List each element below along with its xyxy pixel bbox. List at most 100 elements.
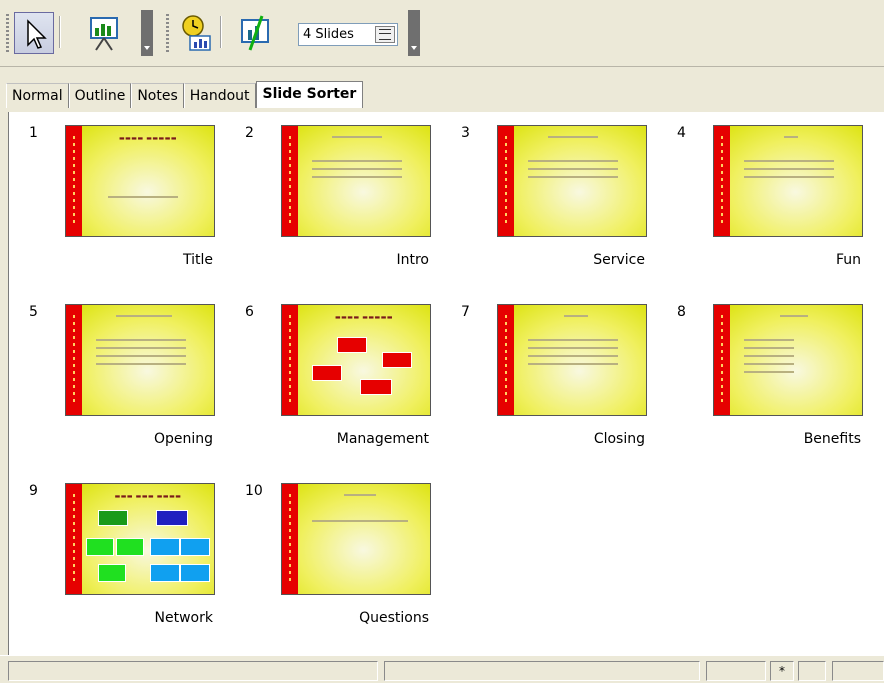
slide-name: Network xyxy=(154,610,213,626)
toolbar-separator-2 xyxy=(220,16,222,48)
slide-thumb-heading xyxy=(780,315,808,323)
slide-side-bar xyxy=(714,305,730,415)
toolbar-grip-2[interactable] xyxy=(166,14,169,54)
slide-thumb-text xyxy=(528,160,618,184)
status-field-zoom[interactable] xyxy=(706,661,766,681)
view-tab-bar: Normal Outline Notes Handout Slide Sorte… xyxy=(0,66,884,113)
slide-item-4[interactable]: 4 Fun xyxy=(677,125,877,285)
slide-item-8[interactable]: 8 Benefits xyxy=(677,304,877,464)
slide-thumb-heading: ▬▬▬ ▬▬▬ ▬▬▬▬ xyxy=(114,493,182,500)
slide-side-bar xyxy=(498,126,514,236)
slide-sorter-toolbar: 4 Slides xyxy=(0,0,884,66)
status-field-signature[interactable] xyxy=(798,661,826,681)
slide-number: 2 xyxy=(245,125,254,141)
network-node xyxy=(86,538,114,556)
slide-thumbnail[interactable] xyxy=(281,483,431,595)
slide-thumb-heading: ▬▬▬▬ ▬▬▬▬▬ xyxy=(334,314,394,321)
slide-item-2[interactable]: 2 Intro xyxy=(245,125,445,285)
slide-side-bar xyxy=(282,484,298,594)
slide-name: Questions xyxy=(359,610,429,626)
network-node xyxy=(156,510,188,526)
slide-item-1[interactable]: 1 ▬▬▬▬ ▬▬▬▬▬ Title xyxy=(29,125,229,285)
slide-item-5[interactable]: 5 Opening xyxy=(29,304,229,464)
slide-thumbnail[interactable] xyxy=(65,304,215,416)
status-field-position xyxy=(384,661,700,681)
org-box xyxy=(382,352,412,368)
slide-thumb-text xyxy=(528,339,618,371)
slide-thumb-heading: ▬▬▬▬ ▬▬▬▬▬ xyxy=(118,135,178,142)
slide-name: Service xyxy=(593,252,645,268)
tab-outline[interactable]: Outline xyxy=(68,83,132,108)
slide-thumb-text xyxy=(96,339,186,371)
slide-item-10[interactable]: 10 Questions xyxy=(245,483,445,643)
show-hide-slide-button[interactable] xyxy=(236,12,276,54)
slide-sorter-pane: 1 ▬▬▬▬ ▬▬▬▬▬ Title 2 Intro 3 Service 4 F… xyxy=(8,112,884,655)
slide-item-7[interactable]: 7 Closing xyxy=(461,304,661,464)
tab-notes[interactable]: Notes xyxy=(131,83,184,108)
slide-number: 8 xyxy=(677,304,686,320)
slide-show-dropdown[interactable] xyxy=(141,10,153,56)
slide-thumbnail[interactable] xyxy=(497,125,647,237)
slide-thumb-text xyxy=(744,339,794,379)
slide-thumb-heading xyxy=(344,494,376,502)
slide-number: 9 xyxy=(29,483,38,499)
slides-per-row-spinner[interactable]: 4 Slides xyxy=(298,23,398,46)
slide-thumbnail[interactable]: ▬▬▬▬ ▬▬▬▬▬ xyxy=(65,125,215,237)
slide-name: Title xyxy=(182,252,213,268)
toolbar-grip[interactable] xyxy=(6,14,9,54)
rehearse-timings-button[interactable] xyxy=(176,12,216,54)
rehearse-timings-icon xyxy=(182,15,211,51)
select-button[interactable] xyxy=(14,12,54,54)
slide-show-button[interactable] xyxy=(84,12,124,54)
slide-thumbnail[interactable] xyxy=(713,125,863,237)
slide-thumb-text xyxy=(312,520,408,528)
slide-item-6[interactable]: 6 ▬▬▬▬ ▬▬▬▬▬ Management xyxy=(245,304,445,464)
slide-thumb-heading xyxy=(784,136,798,144)
slide-side-bar xyxy=(498,305,514,415)
status-field-info xyxy=(8,661,378,681)
slide-number: 7 xyxy=(461,304,470,320)
slide-name: Opening xyxy=(153,431,213,447)
slide-name: Closing xyxy=(593,431,645,447)
spinner-up-down-button[interactable] xyxy=(375,26,395,43)
network-node xyxy=(98,564,126,582)
slide-number: 10 xyxy=(245,483,263,499)
tab-normal[interactable]: Normal xyxy=(6,83,69,108)
slide-side-bar xyxy=(66,484,82,594)
slide-number: 6 xyxy=(245,304,254,320)
slide-show-icon xyxy=(90,17,118,51)
slide-number: 3 xyxy=(461,125,470,141)
slide-item-9[interactable]: 9 ▬▬▬ ▬▬▬ ▬▬▬▬ Network xyxy=(29,483,229,643)
network-node xyxy=(150,538,180,556)
slide-thumb-heading xyxy=(116,315,172,323)
slide-thumb-heading xyxy=(548,136,598,144)
network-node xyxy=(98,510,128,526)
slide-number: 4 xyxy=(677,125,686,141)
org-box xyxy=(360,379,392,395)
slide-thumb-heading xyxy=(564,315,588,323)
slide-thumb-text xyxy=(744,160,834,184)
network-node xyxy=(180,564,210,582)
show-hide-slide-icon xyxy=(241,15,269,51)
slides-per-row-value: 4 Slides xyxy=(303,27,354,42)
status-field-layout xyxy=(832,661,884,681)
document-modified-indicator[interactable]: * xyxy=(770,661,794,681)
network-node xyxy=(150,564,180,582)
slide-thumbnail[interactable]: ▬▬▬ ▬▬▬ ▬▬▬▬ xyxy=(65,483,215,595)
slide-thumbnail[interactable] xyxy=(281,125,431,237)
tab-slide-sorter[interactable]: Slide Sorter xyxy=(255,81,364,108)
slide-item-3[interactable]: 3 Service xyxy=(461,125,661,285)
slide-side-bar xyxy=(66,126,82,236)
tab-handout[interactable]: Handout xyxy=(183,83,256,108)
view-tabs: Normal Outline Notes Handout Slide Sorte… xyxy=(6,81,364,109)
network-node xyxy=(180,538,210,556)
toolbar-options-dropdown[interactable] xyxy=(408,10,420,56)
slide-thumbnail[interactable]: ▬▬▬▬ ▬▬▬▬▬ xyxy=(281,304,431,416)
org-box xyxy=(312,365,342,381)
slide-name: Fun xyxy=(835,252,861,268)
slide-thumbnail[interactable] xyxy=(713,304,863,416)
select-arrow-icon xyxy=(27,19,47,49)
slide-name: Intro xyxy=(396,252,429,268)
slide-thumbnail[interactable] xyxy=(497,304,647,416)
slide-thumb-text xyxy=(108,196,178,204)
